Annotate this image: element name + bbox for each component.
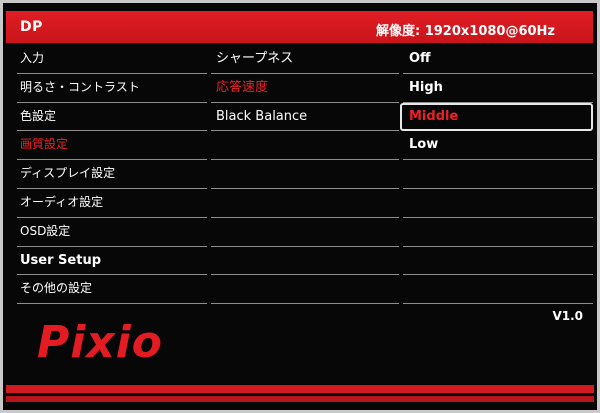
menu-item-input[interactable]: 入力 xyxy=(17,45,207,74)
submenu-item-black-balance[interactable]: Black Balance xyxy=(211,103,399,132)
menu-item-display-settings[interactable]: ディスプレイ設定 xyxy=(17,160,207,189)
footer-bar-lower xyxy=(6,396,594,402)
osd-header: DP 解像度: 1920x1080@60Hz xyxy=(6,11,593,43)
main-menu: 入力 明るさ・コントラスト 色設定 画質設定 ディスプレイ設定 オーディオ設定 … xyxy=(17,45,207,305)
options-list: Off High Middle Low xyxy=(400,45,593,305)
option-empty xyxy=(403,189,593,218)
option-off[interactable]: Off xyxy=(403,45,593,74)
submenu-item-empty xyxy=(211,218,399,247)
osd-panel: DP 解像度: 1920x1080@60Hz 入力 明るさ・コントラスト 色設定… xyxy=(3,3,597,410)
menu-item-picture-settings[interactable]: 画質設定 xyxy=(17,131,207,161)
option-empty xyxy=(403,275,593,305)
submenu-item-empty xyxy=(211,247,399,276)
submenu-item-empty xyxy=(211,131,399,161)
resolution-label: 解像度: 1920x1080@60Hz xyxy=(375,24,555,39)
menu-item-user-setup[interactable]: User Setup xyxy=(17,247,207,276)
submenu-item-empty xyxy=(211,189,399,218)
option-empty xyxy=(403,160,593,189)
submenu: シャープネス 応答速度 Black Balance xyxy=(211,45,399,305)
submenu-item-sharpness[interactable]: シャープネス xyxy=(211,45,399,74)
option-empty xyxy=(403,247,593,276)
option-low[interactable]: Low xyxy=(403,131,593,161)
footer-bar xyxy=(6,385,594,393)
submenu-item-response-time[interactable]: 応答速度 xyxy=(211,74,399,103)
submenu-item-empty xyxy=(211,275,399,305)
input-source-label: DP xyxy=(20,19,43,35)
firmware-version: V1.0 xyxy=(552,309,583,323)
submenu-item-empty xyxy=(211,160,399,189)
menu-item-audio-settings[interactable]: オーディオ設定 xyxy=(17,189,207,218)
menu-item-brightness-contrast[interactable]: 明るさ・コントラスト xyxy=(17,74,207,103)
option-middle[interactable]: Middle xyxy=(400,102,593,132)
menu-item-other-settings[interactable]: その他の設定 xyxy=(17,275,207,305)
option-empty xyxy=(403,218,593,247)
option-high[interactable]: High xyxy=(403,74,593,103)
brand-logo: Pixio xyxy=(37,317,164,368)
menu-item-osd-settings[interactable]: OSD設定 xyxy=(17,218,207,247)
menu-item-color-settings[interactable]: 色設定 xyxy=(17,103,207,132)
